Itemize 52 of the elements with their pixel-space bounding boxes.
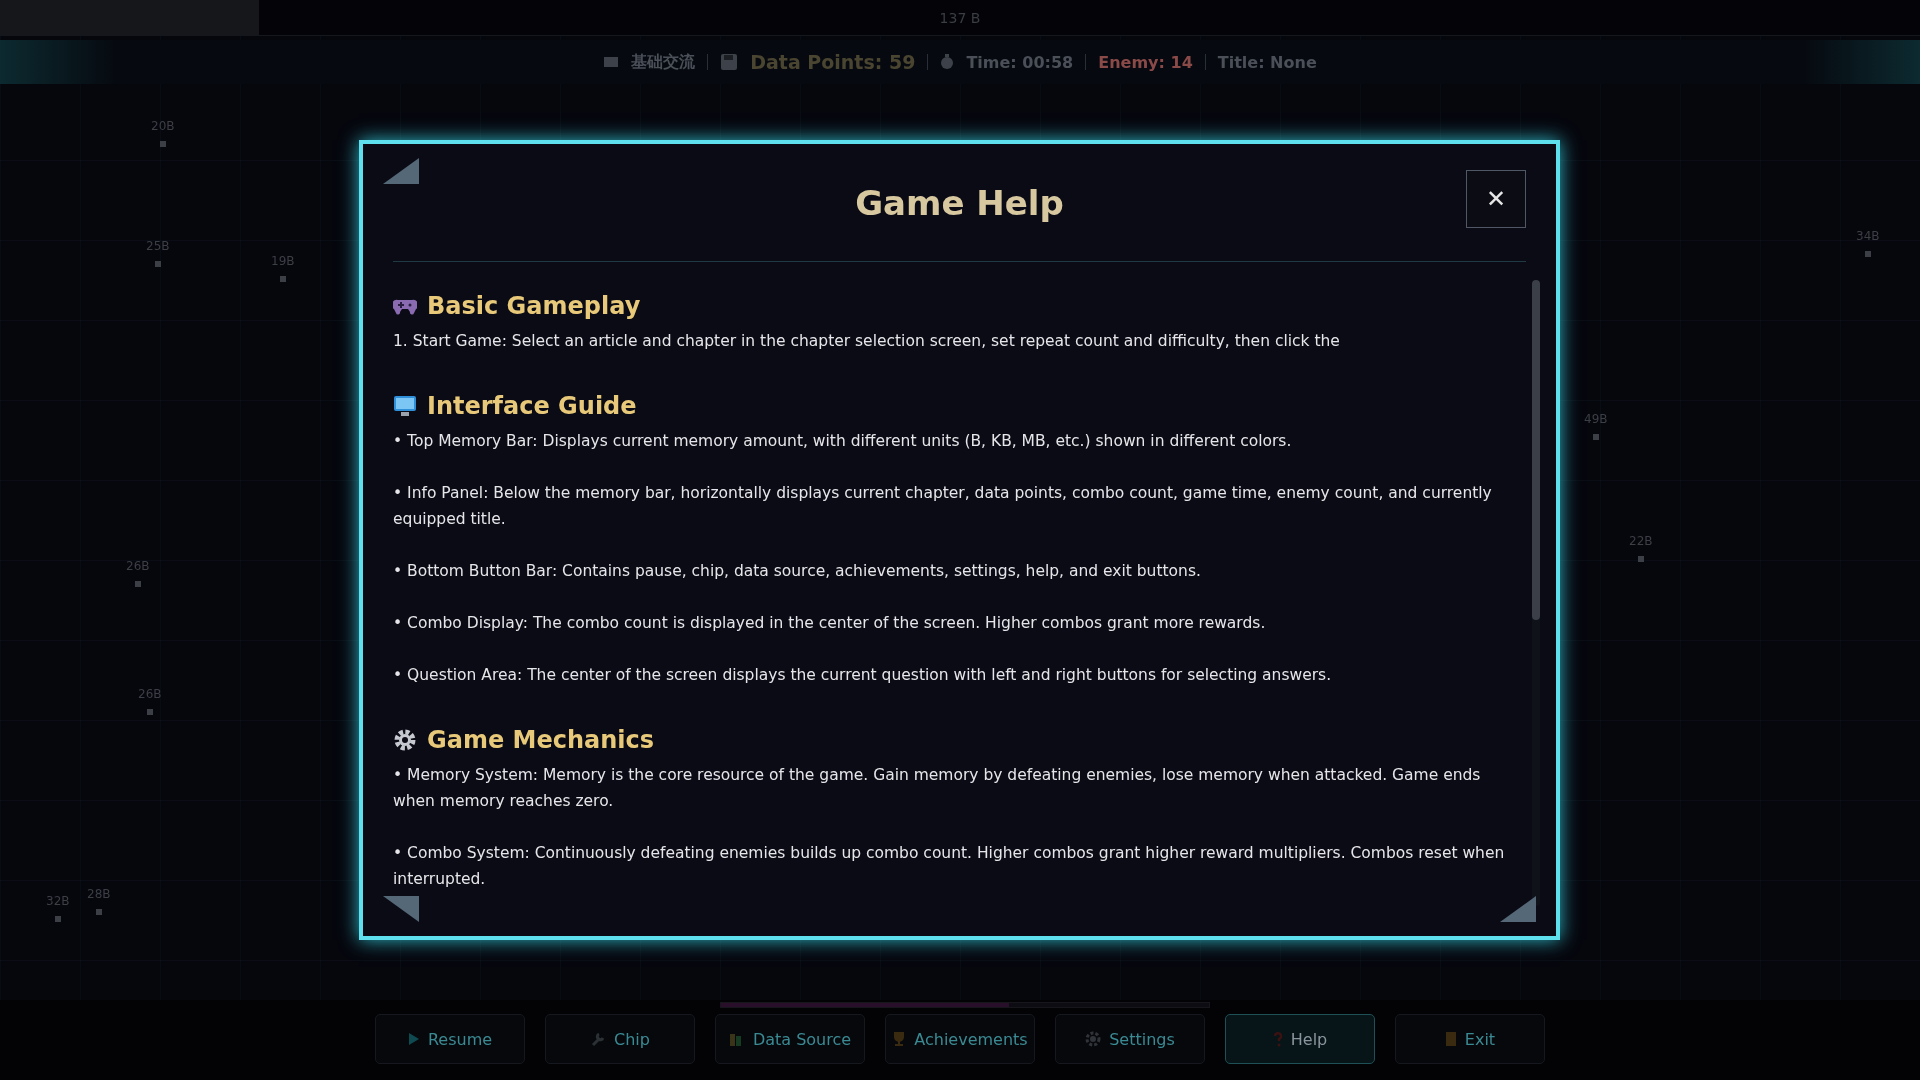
gear-icon <box>1085 1031 1102 1047</box>
gear-icon <box>393 728 417 752</box>
monitor-icon <box>393 395 417 417</box>
help-paragraph: • Info Panel: Below the memory bar, horizontally displays current chapter, data points, combo count, game time, enemy count, and currently equipped title. <box>393 483 1493 530</box>
menu-button[interactable]: Settings <box>1055 1014 1205 1064</box>
corner-icon <box>383 158 419 184</box>
node-label: 32B <box>46 894 70 908</box>
menu-button[interactable]: Help <box>1225 1014 1375 1064</box>
info-text: Enemy: 14 <box>1098 52 1193 72</box>
node-label: 28B <box>87 887 111 901</box>
heading-text: Basic Gameplay <box>427 292 641 320</box>
door-icon <box>1444 1031 1457 1047</box>
help-paragraph: • Combo Display: The combo count is displayed in the center of the screen. Higher combos grant more rewards. <box>393 613 1267 634</box>
close-button[interactable]: ✕ <box>1466 170 1526 228</box>
corner-icon <box>1500 896 1536 922</box>
help-paragraph: 1. Start Game: Select an article and chapter in the chapter selection screen, set repeat count and difficulty, then click the <box>393 331 1341 352</box>
question-icon <box>1272 1031 1283 1047</box>
gamepad-icon <box>393 297 417 315</box>
play-icon <box>407 1032 420 1046</box>
help-paragraph: • Top Memory Bar: Displays current memory amount, with different units (B, KB, MB, etc.) shown in different colors. <box>393 431 1293 452</box>
book-icon <box>603 55 620 69</box>
scrollbar[interactable] <box>1532 280 1540 906</box>
node-label: 19B <box>271 254 295 268</box>
heading-text: Interface Guide <box>427 392 637 420</box>
info-text: Title: None <box>1217 52 1317 72</box>
node-label: 49B <box>1584 412 1608 426</box>
node-label: 26B <box>126 559 150 573</box>
trophy-icon <box>892 1031 907 1047</box>
help-paragraph: • Combo System: Continuously defeating enemies builds up combo count. Higher combos grant higher reward multipliers. Combos reset when interrupted. <box>393 843 1506 890</box>
memory-reading: 137 B <box>939 9 981 26</box>
help-paragraph: • Bottom Button Bar: Contains pause, chip, data source, achievements, settings, help, and exit buttons. <box>393 561 1202 582</box>
scroll-thumb[interactable] <box>1532 280 1540 620</box>
node-label: 34B <box>1856 229 1880 243</box>
node-label: 20B <box>151 119 175 133</box>
menu-button[interactable]: Chip <box>545 1014 695 1064</box>
menu-button[interactable]: Achievements <box>885 1014 1035 1064</box>
help-paragraph: • Memory System: Memory is the core resource of the game. Gain memory by defeating enemies, lose memory when attacked. Game ends when memory reaches zero. <box>393 765 1482 812</box>
info-text: 基础交流 <box>631 51 696 73</box>
help-paragraph: • Question Area: The center of the screen displays the current question with left and right buttons for selecting answers. <box>393 665 1333 686</box>
info-text: Time: 00:58 <box>966 52 1074 72</box>
node-label: 25B <box>146 239 170 253</box>
corner-icon <box>383 896 419 922</box>
heading-text: Game Mechanics <box>427 726 655 754</box>
menu-button[interactable]: Data Source <box>715 1014 865 1064</box>
info-text: Data Points: 59 <box>750 51 916 73</box>
menu-button[interactable]: Exit <box>1395 1014 1545 1064</box>
menu-button[interactable]: Resume <box>375 1014 525 1064</box>
node-label: 22B <box>1629 534 1653 548</box>
dialog-title: Game Help <box>855 182 1064 223</box>
node-label: 26B <box>138 687 162 701</box>
wrench-icon <box>590 1031 607 1047</box>
stopwatch-icon <box>940 54 955 70</box>
